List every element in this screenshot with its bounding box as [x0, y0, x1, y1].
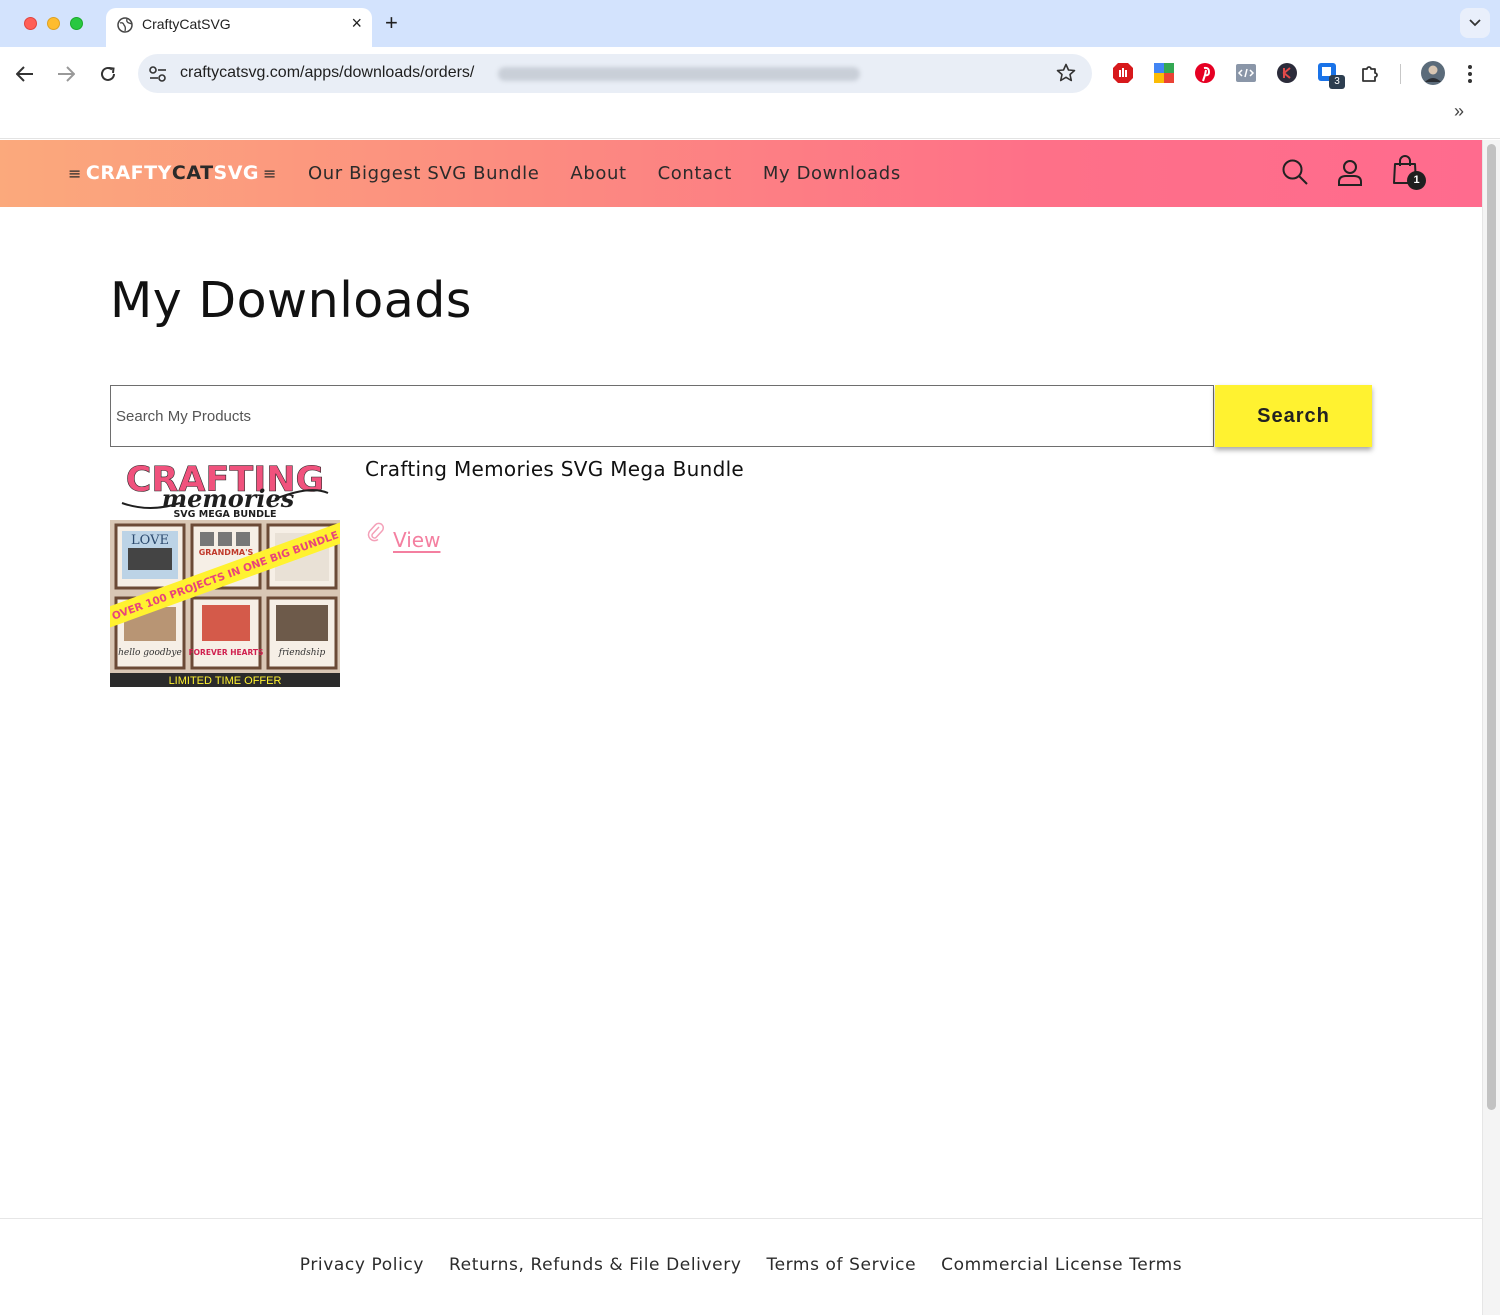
- devtools-icon[interactable]: [1234, 61, 1258, 85]
- page-title: My Downloads: [110, 272, 472, 329]
- nav-link-contact[interactable]: Contact: [658, 163, 732, 184]
- url-text: craftycatsvg.com/apps/downloads/orders/: [180, 64, 475, 81]
- adblock-icon[interactable]: [1111, 61, 1135, 85]
- kebab-menu-icon[interactable]: [1467, 64, 1473, 84]
- browser-tab-strip: CraftyCatSVG × +: [0, 0, 1500, 47]
- page-scrollbar[interactable]: [1482, 140, 1500, 1315]
- product-thumbnail[interactable]: CRAFTING memories SVG MEGA BUNDLE LOVE G…: [110, 455, 340, 687]
- back-button[interactable]: [12, 61, 38, 87]
- new-tab-button[interactable]: +: [385, 10, 398, 36]
- chevron-down-icon: [1469, 19, 1481, 27]
- arrow-right-icon: [58, 66, 75, 82]
- pinterest-icon[interactable]: [1193, 61, 1217, 85]
- product-image: CRAFTING memories SVG MEGA BUNDLE LOVE G…: [110, 455, 340, 687]
- nav-link-about[interactable]: About: [570, 163, 626, 184]
- browser-tab-active[interactable]: CraftyCatSVG ×: [106, 8, 372, 47]
- profile-avatar[interactable]: [1420, 60, 1446, 86]
- forward-button[interactable]: [53, 61, 79, 87]
- product-title: Crafting Memories SVG Mega Bundle: [365, 457, 745, 481]
- globe-icon: [117, 17, 133, 33]
- footer-link-privacy-policy[interactable]: Privacy Policy: [300, 1255, 424, 1275]
- scrollbar-thumb[interactable]: [1487, 144, 1496, 1110]
- address-bar[interactable]: craftycatsvg.com/apps/downloads/orders/: [138, 54, 1092, 93]
- toolbar-divider: [1400, 64, 1401, 84]
- product-view-link[interactable]: View: [393, 528, 440, 552]
- nav-link-biggest-bundle[interactable]: Our Biggest SVG Bundle: [308, 163, 539, 184]
- translate-icon[interactable]: [1152, 61, 1176, 85]
- main-nav: Our Biggest SVG Bundle About Contact My …: [308, 163, 901, 184]
- site-logo[interactable]: ≡ CRAFTY CAT SVG ≡: [64, 160, 281, 186]
- redacted-url-part: [498, 67, 860, 81]
- thumb-frame-forever: FOREVER HEARTS: [189, 648, 264, 657]
- footer-link-terms-of-service[interactable]: Terms of Service: [766, 1255, 916, 1275]
- k-extension-icon[interactable]: [1275, 61, 1299, 85]
- maximize-window-button[interactable]: [70, 17, 83, 30]
- logo-text-cat: CAT: [171, 162, 214, 184]
- footer-link-returns-refunds[interactable]: Returns, Refunds & File Delivery: [449, 1255, 741, 1275]
- site-settings-icon[interactable]: [148, 65, 168, 83]
- thumb-footer: LIMITED TIME OFFER: [169, 675, 282, 687]
- reload-button[interactable]: [95, 61, 121, 87]
- logo-text-crafty: CRAFTY: [85, 162, 172, 184]
- puzzle-icon[interactable]: [1358, 61, 1382, 85]
- reload-icon: [101, 66, 115, 81]
- bookmark-star-icon[interactable]: [1056, 63, 1076, 83]
- thumb-frame-friendship: friendship: [278, 648, 326, 658]
- footer-nav: Privacy Policy Returns, Refunds & File D…: [0, 1255, 1482, 1275]
- browser-toolbar: craftycatsvg.com/apps/downloads/orders/ …: [0, 47, 1500, 139]
- tab-close-icon[interactable]: ×: [351, 13, 362, 33]
- search-button[interactable]: Search: [1215, 385, 1372, 447]
- nav-link-my-downloads[interactable]: My Downloads: [763, 163, 901, 184]
- thumb-frame-hello: hello goodbye: [118, 648, 182, 658]
- arrow-left-icon: [16, 66, 33, 82]
- close-window-button[interactable]: [24, 17, 37, 30]
- account-icon[interactable]: [1336, 158, 1364, 186]
- logo-right-lines: ≡: [263, 163, 277, 183]
- search-products-input[interactable]: [110, 385, 1214, 447]
- cart-count-badge: 1: [1407, 171, 1426, 190]
- footer-link-commercial-license[interactable]: Commercial License Terms: [941, 1255, 1182, 1275]
- search-icon[interactable]: [1281, 158, 1309, 186]
- bookmarks-overflow-button[interactable]: »: [1454, 101, 1464, 122]
- tab-search-button[interactable]: [1460, 8, 1490, 38]
- site-header: ≡ CRAFTY CAT SVG ≡ Our Biggest SVG Bundl…: [0, 140, 1482, 207]
- extension-badge: 3: [1329, 75, 1345, 89]
- minimize-window-button[interactable]: [47, 17, 60, 30]
- site-footer: Privacy Policy Returns, Refunds & File D…: [0, 1218, 1482, 1315]
- tab-title: CraftyCatSVG: [142, 16, 231, 32]
- logo-left-lines: ≡: [68, 163, 82, 183]
- logo-text-svg: SVG: [213, 162, 260, 184]
- paperclip-icon: [367, 522, 385, 542]
- thumb-subtitle: SVG MEGA BUNDLE: [173, 509, 276, 520]
- thumb-frame-grandma: GRANDMA'S: [199, 548, 254, 557]
- thumb-frame-love: LOVE: [131, 533, 169, 548]
